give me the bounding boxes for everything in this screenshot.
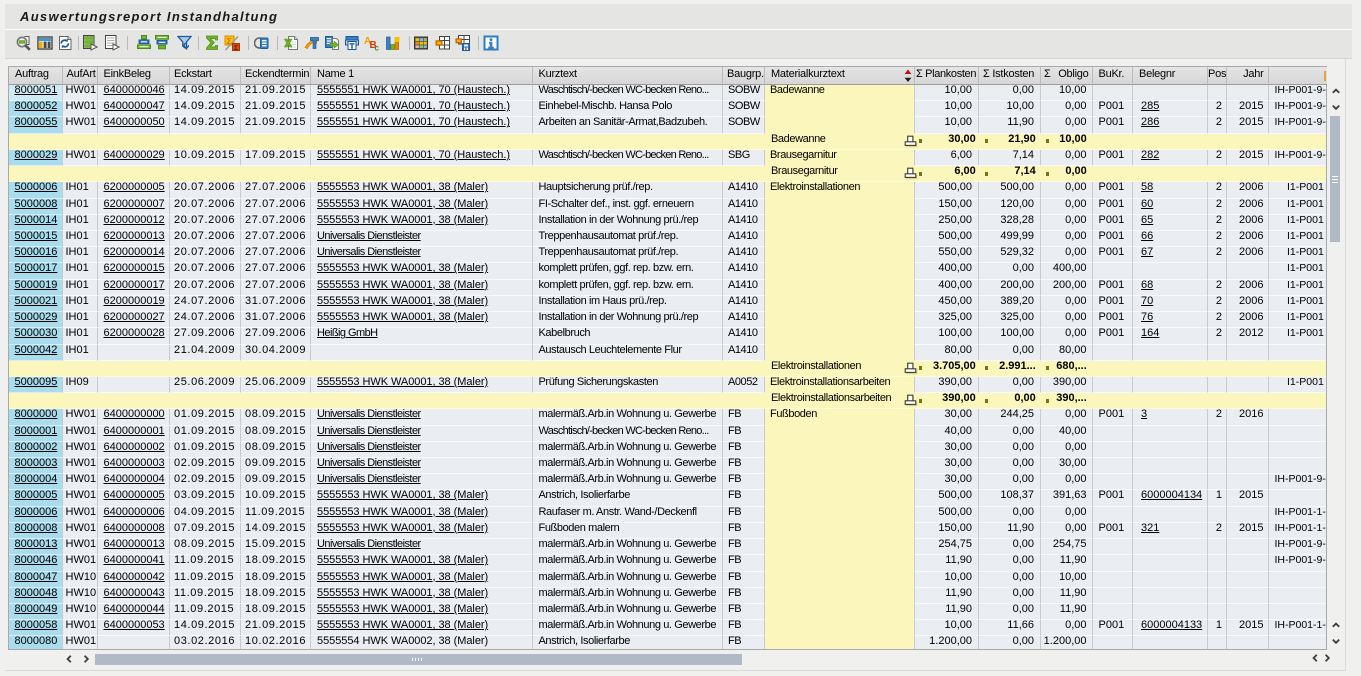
svg-text:c: c bbox=[375, 44, 380, 52]
svg-text:Σ: Σ bbox=[234, 45, 238, 51]
